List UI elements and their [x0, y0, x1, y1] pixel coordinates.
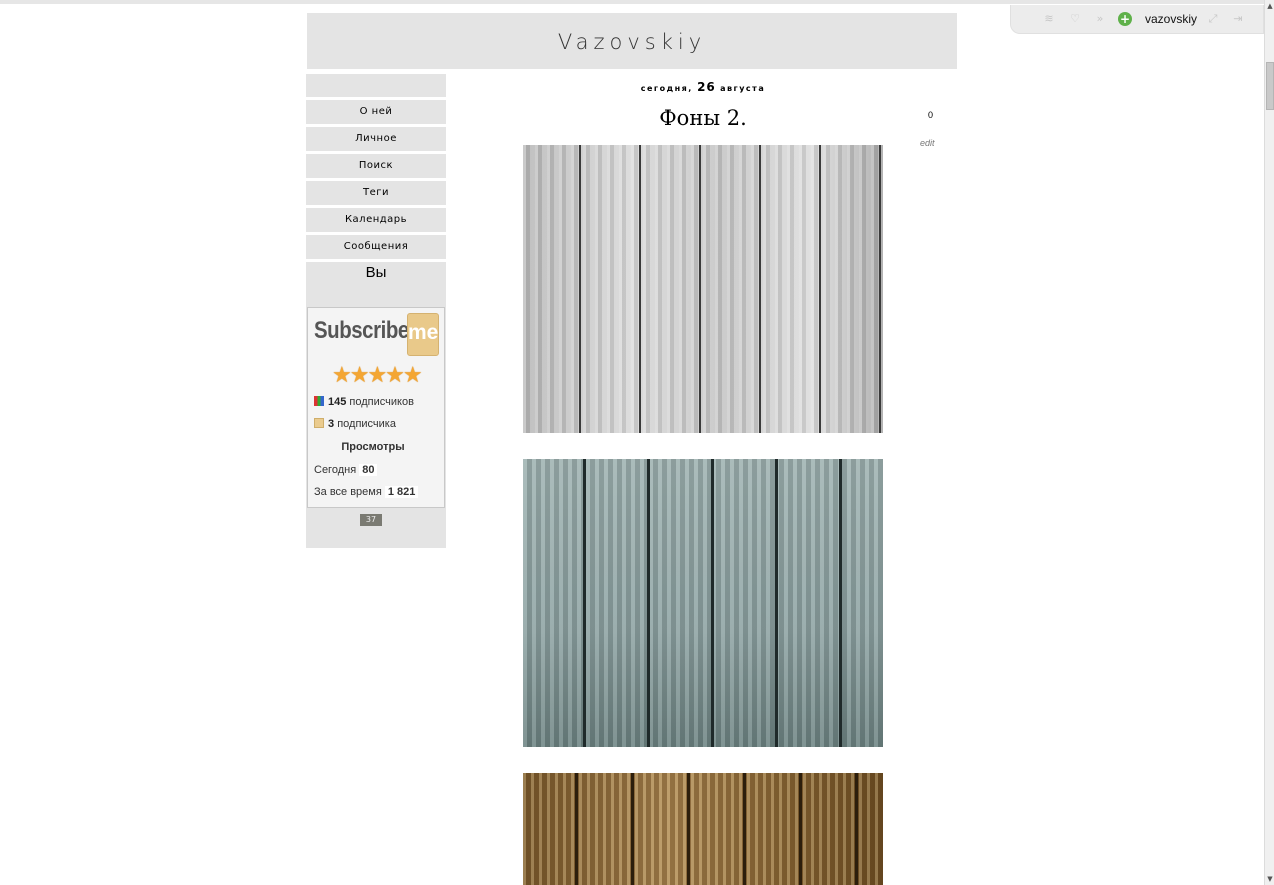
post-title[interactable]: Фоны 2. — [523, 106, 883, 130]
resize-icon[interactable]: ⤢ — [1207, 13, 1219, 25]
subscribers-icon — [314, 396, 324, 406]
user-toolbar: ≋ ♡ » + vazovskiy ⤢ ⇥ — [1010, 5, 1264, 34]
add-icon[interactable]: + — [1118, 12, 1132, 26]
nav-item-tags[interactable]: Теги — [306, 181, 446, 205]
scroll-down-arrow-icon[interactable]: ▼ — [1265, 873, 1274, 885]
subscribeme-icon — [314, 418, 324, 428]
scroll-up-arrow-icon[interactable]: ▲ — [1265, 0, 1274, 12]
top-border — [0, 0, 1264, 4]
scroll-thumb[interactable] — [1266, 62, 1274, 110]
me-badge[interactable]: me — [407, 313, 439, 356]
comment-count[interactable]: 0 — [928, 110, 933, 120]
subscribers2-row: 3 подписчика — [314, 418, 396, 430]
post-image-brown-wood — [523, 773, 883, 885]
rss-icon[interactable]: ≋ — [1043, 13, 1055, 25]
logout-icon[interactable]: ⇥ — [1232, 13, 1244, 25]
post-image-gray-wood — [523, 145, 883, 433]
edit-link[interactable]: edit — [920, 138, 935, 148]
nav-item-about[interactable]: О ней — [306, 100, 446, 124]
subscribe-me-widget[interactable]: Subscribe me ★★★★★ 145 подписчиков 3 под… — [307, 307, 445, 508]
views-total-row: За все время 1 821 — [314, 486, 419, 498]
scrollbar[interactable]: ▲ ▼ — [1264, 0, 1274, 885]
subscribers-row: 145 подписчиков — [314, 396, 414, 408]
nav-item-personal[interactable]: Личное — [306, 127, 446, 151]
views-today-row: Сегодня 80 — [314, 464, 378, 476]
heart-icon[interactable]: ♡ — [1069, 13, 1081, 25]
nav-item-calendar[interactable]: Календарь — [306, 208, 446, 232]
username-link[interactable]: vazovskiy — [1145, 12, 1197, 26]
visit-counter[interactable]: 37 — [360, 514, 382, 526]
sidebar-section-title: Вы — [365, 264, 387, 281]
blog-header: Vazovskiy — [307, 13, 957, 69]
post-date: сегодня, 26 августа — [640, 80, 766, 94]
forward-icon[interactable]: » — [1094, 13, 1106, 25]
sidebar: О ней Личное Поиск Теги Календарь Сообще… — [306, 74, 446, 548]
rating-stars-icon: ★★★★★ — [332, 362, 423, 387]
views-title: Просмотры — [341, 441, 405, 453]
post-image-teal-wood — [523, 459, 883, 747]
blog-title[interactable]: Vazovskiy — [307, 13, 957, 71]
nav-item-messages[interactable]: Сообщения — [306, 235, 446, 259]
subscribe-logo[interactable]: Subscribe — [314, 317, 409, 345]
nav-item-search[interactable]: Поиск — [306, 154, 446, 178]
